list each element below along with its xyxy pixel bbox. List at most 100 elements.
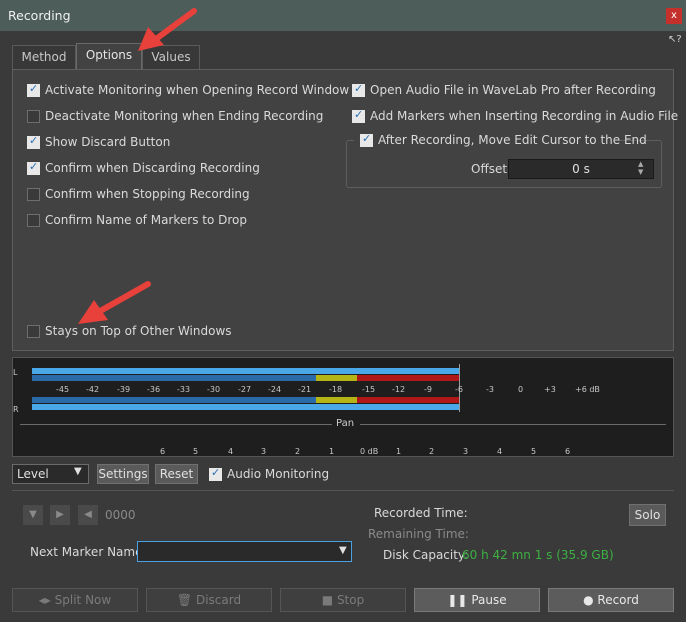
arrow-annotation-bottom — [78, 281, 151, 324]
pan-tick: 6 — [565, 447, 571, 456]
discard-button[interactable]: 🗑 Discard — [146, 588, 272, 612]
scale-tick: -36 — [147, 385, 161, 394]
remaining-time-label: Remaining Time: — [368, 527, 469, 541]
meter-bar-r-base — [32, 397, 316, 403]
pan-tick: 2 — [295, 447, 301, 456]
split-icon: ◂▸ — [38, 593, 55, 607]
label-add-markers: Add Markers when Inserting Recording in … — [370, 109, 679, 123]
checkbox-audio-monitoring[interactable] — [209, 466, 222, 481]
pan-tick: 0 dB — [360, 447, 379, 456]
checkbox-open-in-wavelab[interactable] — [352, 82, 365, 97]
pan-tick: 2 — [429, 447, 435, 456]
label-confirm-stopping: Confirm when Stopping Recording — [45, 187, 250, 201]
checkbox-confirm-discarding[interactable] — [27, 160, 40, 175]
pan-label: Pan — [336, 418, 355, 429]
disk-capacity-label: Disk Capacity: — [383, 548, 469, 562]
checkbox-show-discard[interactable] — [27, 134, 40, 149]
offset-label: Offset — [471, 162, 508, 176]
level-select-value: Level — [17, 467, 49, 481]
solo-button[interactable]: Solo — [629, 504, 666, 526]
record-button[interactable]: ● Record — [548, 588, 674, 612]
label-audio-monitoring: Audio Monitoring — [227, 467, 330, 481]
trash-icon: 🗑 — [176, 593, 196, 607]
checkbox-move-edit-cursor[interactable] — [360, 132, 373, 147]
checkbox-stays-on-top[interactable] — [27, 325, 40, 338]
pan-tick: 3 — [261, 447, 267, 456]
scale-tick: -33 — [177, 385, 191, 394]
separator — [12, 490, 674, 491]
record-label: Record — [597, 593, 639, 607]
pan-tick: 6 — [160, 447, 166, 456]
close-button[interactable]: x — [666, 8, 682, 24]
stop-icon: ■ — [321, 593, 337, 607]
scale-tick: -12 — [392, 385, 406, 394]
label-activate-monitoring: Activate Monitoring when Opening Record … — [45, 83, 350, 97]
marker-name-label: Next Marker Name — [30, 545, 143, 559]
pan-tick: 4 — [497, 447, 503, 456]
label-confirm-discarding: Confirm when Discarding Recording — [45, 161, 260, 175]
marker-name-dropdown[interactable] — [137, 541, 352, 562]
pan-tick: 1 — [396, 447, 402, 456]
discard-label: Discard — [195, 593, 242, 607]
label-confirm-marker-names: Confirm Name of Markers to Drop — [45, 213, 247, 227]
split-now-label: Split Now — [54, 593, 112, 607]
label-open-in-wavelab: Open Audio File in WaveLab Pro after Rec… — [370, 83, 656, 97]
scale-tick: +3 — [544, 385, 556, 394]
chevron-down-icon: ▼ — [339, 545, 347, 556]
offset-spinner-icon[interactable]: ▲ ▼ — [638, 160, 643, 176]
checkbox-confirm-marker-names[interactable] — [27, 214, 40, 227]
pan-line-left — [20, 424, 332, 425]
help-icon[interactable]: ↖? — [668, 34, 682, 45]
position-counter: 0000 — [105, 508, 136, 522]
split-now-button[interactable]: ◂▸ Split Now — [12, 588, 138, 612]
meter-channel-l: L — [13, 368, 18, 377]
go-to-start-icon[interactable]: ▼ — [23, 505, 43, 525]
stop-button[interactable]: ■ Stop — [280, 588, 406, 612]
scale-tick: -42 — [86, 385, 100, 394]
tab-method[interactable]: Method — [12, 45, 76, 69]
scale-tick: -6 — [455, 385, 463, 394]
scale-tick: +6 dB — [575, 385, 600, 394]
pan-tick: 5 — [193, 447, 199, 456]
checkbox-activate-monitoring[interactable] — [27, 82, 40, 97]
meter-bar-l-yellow — [316, 375, 357, 381]
scale-tick: -39 — [117, 385, 131, 394]
pan-tick: 5 — [531, 447, 537, 456]
scale-tick: -18 — [329, 385, 343, 394]
scale-tick: -30 — [207, 385, 221, 394]
scale-tick: 0 — [518, 385, 524, 394]
checkbox-deactivate-monitoring[interactable] — [27, 110, 40, 123]
label-move-edit-cursor: After Recording, Move Edit Cursor to the… — [378, 133, 647, 147]
title-bar — [0, 0, 686, 31]
scale-tick: -15 — [362, 385, 376, 394]
pause-button[interactable]: ❚❚ Pause — [414, 588, 540, 612]
pause-label: Pause — [471, 593, 507, 607]
pan-line-right — [360, 424, 666, 425]
disk-capacity-value: 60 h 42 mn 1 s (35.9 GB) — [462, 548, 614, 562]
scale-tick: -24 — [268, 385, 282, 394]
meter-bar-l-base — [32, 375, 316, 381]
meter-bar-r-red — [357, 397, 460, 403]
scale-tick: -9 — [424, 385, 432, 394]
meter-bar-l-top — [32, 368, 460, 374]
offset-input[interactable]: 0 s — [508, 159, 654, 179]
checkbox-add-markers[interactable] — [352, 108, 365, 123]
label-show-discard: Show Discard Button — [45, 135, 171, 149]
meter-bar-l-red — [357, 375, 460, 381]
pan-tick: 3 — [463, 447, 469, 456]
settings-button[interactable]: Settings — [97, 464, 149, 484]
arrow-annotation-top — [138, 8, 197, 51]
pan-tick: 1 — [329, 447, 335, 456]
meter-bar-r-bottom — [32, 404, 460, 410]
label-deactivate-monitoring: Deactivate Monitoring when Ending Record… — [45, 109, 324, 123]
scale-tick: -3 — [486, 385, 494, 394]
reset-button[interactable]: Reset — [155, 464, 198, 484]
rewind-icon[interactable]: ◀ — [78, 505, 98, 525]
play-icon[interactable]: ▶ — [50, 505, 70, 525]
chevron-down-icon: ▼ — [74, 466, 82, 477]
pan-tick: 4 — [228, 447, 234, 456]
checkbox-confirm-stopping[interactable] — [27, 188, 40, 201]
meter-bar-r-yellow — [316, 397, 357, 403]
meter-channel-r: R — [13, 405, 19, 414]
window-title: Recording — [8, 8, 71, 23]
